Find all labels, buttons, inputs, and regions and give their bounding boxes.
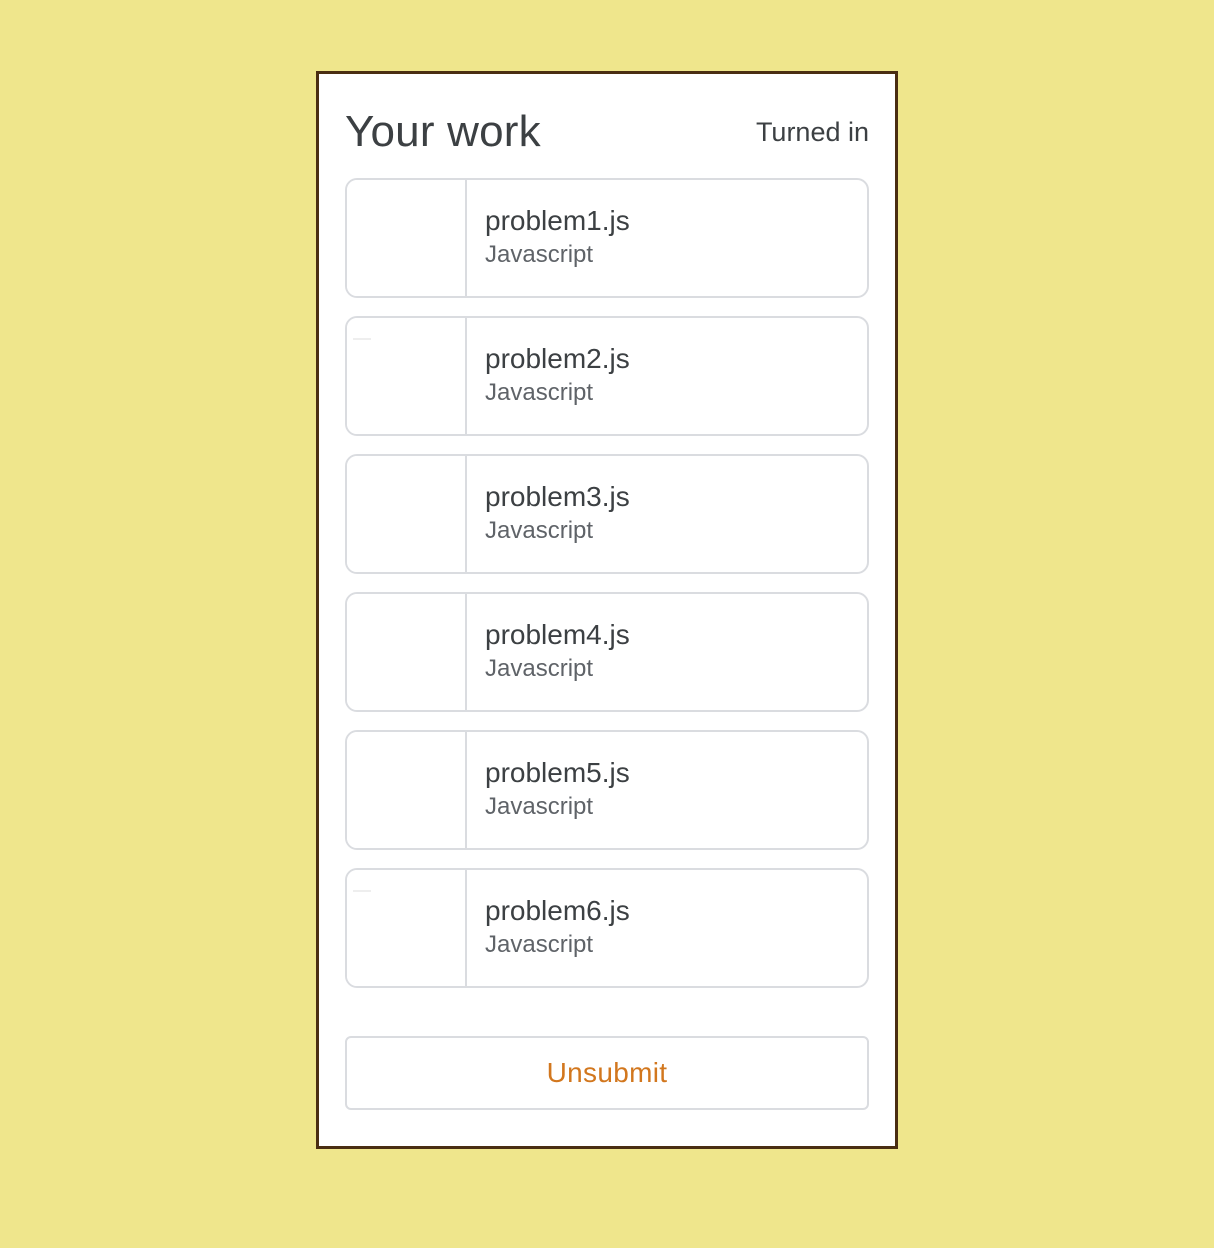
panel-header: Your work Turned in bbox=[345, 102, 869, 162]
attachment-card[interactable]: problem5.js Javascript bbox=[345, 730, 869, 850]
submission-status: Turned in bbox=[755, 117, 869, 147]
file-info: problem6.js Javascript bbox=[485, 894, 851, 960]
file-name: problem3.js bbox=[485, 481, 630, 512]
file-thumbnail bbox=[347, 180, 467, 296]
file-type: Javascript bbox=[485, 241, 594, 268]
file-name: problem5.js bbox=[485, 757, 630, 788]
attachment-card[interactable]: problem3.js Javascript bbox=[345, 454, 869, 574]
unsubmit-button[interactable]: Unsubmit bbox=[345, 1036, 869, 1110]
file-type: Javascript bbox=[485, 517, 594, 544]
file-info: problem1.js Javascript bbox=[485, 204, 851, 270]
file-thumbnail bbox=[347, 594, 467, 710]
file-type: Javascript bbox=[485, 379, 594, 406]
attachment-card[interactable]: problem6.js Javascript bbox=[345, 868, 869, 988]
file-name: problem2.js bbox=[485, 343, 630, 374]
file-info: problem3.js Javascript bbox=[485, 480, 851, 546]
file-thumbnail bbox=[347, 456, 467, 572]
file-type: Javascript bbox=[485, 655, 594, 682]
attachment-card[interactable]: problem2.js Javascript bbox=[345, 316, 869, 436]
your-work-panel: Your work Turned in problem1.js Javascri… bbox=[316, 71, 898, 1149]
file-thumbnail bbox=[347, 870, 467, 986]
file-info: problem5.js Javascript bbox=[485, 756, 851, 822]
thumbnail-mark bbox=[353, 338, 371, 340]
file-thumbnail bbox=[347, 732, 467, 848]
file-type: Javascript bbox=[485, 793, 594, 820]
attachment-card[interactable]: problem4.js Javascript bbox=[345, 592, 869, 712]
thumbnail-mark bbox=[353, 890, 371, 892]
file-name: problem1.js bbox=[485, 205, 630, 236]
file-thumbnail bbox=[347, 318, 467, 434]
file-name: problem6.js bbox=[485, 895, 630, 926]
file-type: Javascript bbox=[485, 931, 594, 958]
file-info: problem4.js Javascript bbox=[485, 618, 851, 684]
file-info: problem2.js Javascript bbox=[485, 342, 851, 408]
file-name: problem4.js bbox=[485, 619, 630, 650]
attachment-card[interactable]: problem1.js Javascript bbox=[345, 178, 869, 298]
attachment-list: problem1.js Javascript problem2.js Javas… bbox=[345, 178, 869, 1006]
panel-title: Your work bbox=[345, 107, 541, 156]
